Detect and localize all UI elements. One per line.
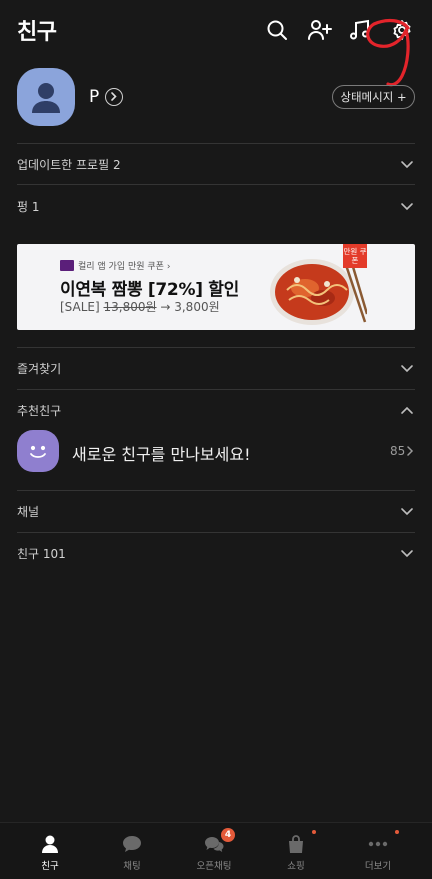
price-prefix: [SALE] — [60, 300, 100, 314]
tab-label: 오픈채팅 — [196, 861, 232, 872]
chevron-down-icon[interactable] — [400, 547, 414, 559]
section-label: 채널 — [17, 505, 40, 519]
open-chat-badge: 4 — [221, 828, 235, 842]
more-new-dot — [395, 830, 399, 834]
ad-headline: 이연복 짬뽕 [72%] 할인 — [60, 280, 239, 300]
ad-price: [SALE] 13,800원 → 3,800원 — [60, 298, 220, 315]
chevron-down-icon[interactable] — [400, 505, 414, 517]
tab-open-chat[interactable]: 오픈채팅 — [171, 823, 257, 879]
more-dots-icon — [367, 833, 389, 855]
tab-label: 쇼핑 — [287, 861, 305, 872]
section-pyeong[interactable]: 펑 1 — [0, 186, 432, 226]
section-label: 친구 101 — [17, 547, 66, 561]
section-recommended[interactable]: 추천친구 — [0, 390, 432, 430]
section-updated-profiles[interactable]: 업데이트한 프로필 2 — [0, 144, 432, 184]
tab-chats[interactable]: 채팅 — [89, 823, 175, 879]
bottom-tab-bar: 친구 채팅 오픈채팅 쇼핑 더보기 — [0, 822, 432, 879]
shopping-new-dot — [312, 830, 316, 834]
chevron-down-icon[interactable] — [400, 158, 414, 170]
brand-logo — [60, 260, 74, 271]
recommended-friends-item[interactable]: 새로운 친구를 만나보세요! 85 — [0, 430, 432, 476]
status-message-button[interactable]: 상태메시지 + — [332, 85, 415, 109]
section-favorites[interactable]: 즐겨찾기 — [0, 348, 432, 388]
shopping-bag-icon — [285, 833, 307, 855]
divider — [17, 184, 415, 185]
chevron-down-icon[interactable] — [400, 200, 414, 212]
tab-friends[interactable]: 친구 — [7, 823, 93, 879]
person-icon — [39, 833, 61, 855]
header: 친구 — [0, 0, 432, 60]
tab-label: 채팅 — [123, 861, 141, 872]
add-friend-icon[interactable] — [307, 18, 333, 42]
chevron-up-icon[interactable] — [400, 404, 414, 416]
search-icon[interactable] — [265, 18, 289, 42]
chevron-down-icon[interactable] — [400, 362, 414, 374]
recommend-count: 85 — [390, 444, 406, 458]
chevron-right-icon[interactable] — [105, 88, 123, 106]
chat-bubble-icon — [121, 833, 143, 855]
chevron-right-icon[interactable] — [406, 445, 414, 457]
original-price: 13,800원 — [103, 300, 157, 314]
my-profile-row[interactable]: P 상태메시지 + — [0, 68, 432, 128]
tab-shopping[interactable]: 쇼핑 — [253, 823, 339, 879]
sale-price: → 3,800원 — [156, 300, 220, 314]
ad-banner[interactable]: 컬리 앱 가입 만원 쿠폰 › 이연복 짬뽕 [72%] 할인 [SALE] 1… — [17, 244, 415, 330]
section-channels[interactable]: 채널 — [0, 491, 432, 531]
tab-label: 친구 — [41, 861, 59, 872]
section-label: 펑 1 — [17, 200, 40, 214]
ad-small-text: 컬리 앱 가입 만원 쿠폰 › — [78, 262, 171, 272]
smile-icon — [17, 430, 59, 472]
section-label: 즐겨찾기 — [17, 362, 62, 376]
settings-icon[interactable] — [390, 18, 414, 42]
tab-label: 더보기 — [364, 861, 392, 872]
page-title: 친구 — [17, 20, 57, 45]
tab-more[interactable]: 더보기 — [335, 823, 421, 879]
coupon-badge: 만원 쿠폰 — [343, 244, 367, 268]
section-friends[interactable]: 친구 101 — [0, 533, 432, 573]
section-label: 업데이트한 프로필 2 — [17, 158, 121, 172]
music-icon[interactable] — [348, 18, 372, 42]
section-label: 추천친구 — [17, 404, 62, 418]
avatar[interactable] — [17, 68, 75, 126]
recommend-text: 새로운 친구를 만나보세요! — [72, 445, 251, 464]
profile-name: P — [89, 87, 100, 107]
